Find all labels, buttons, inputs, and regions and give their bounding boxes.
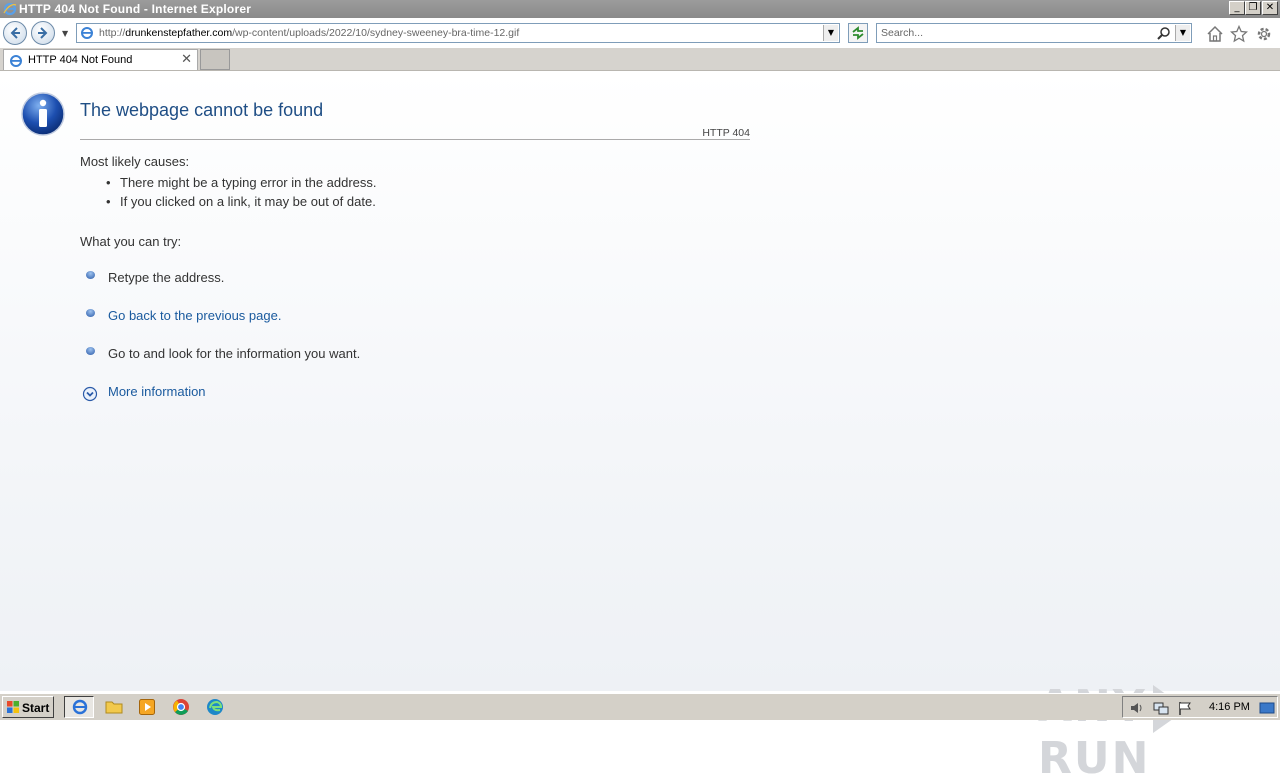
start-label: Start xyxy=(22,701,50,715)
bullet-dot: • xyxy=(106,175,111,190)
system-tray: 4:16 PM xyxy=(1122,696,1278,718)
try-go-to: Go to and look for the information you w… xyxy=(108,346,361,361)
media-player-icon[interactable] xyxy=(138,698,156,716)
page-ie-icon xyxy=(81,27,93,39)
favorites-star-icon[interactable] xyxy=(1230,25,1248,43)
edge-icon[interactable] xyxy=(206,698,224,716)
forward-icon xyxy=(38,27,48,39)
address-bar[interactable]: http://drunkenstepfather.com/wp-content/… xyxy=(76,23,840,43)
cause-text: If you clicked on a link, it may be out … xyxy=(120,194,376,209)
search-icon[interactable] xyxy=(1157,26,1171,40)
tab-label: HTTP 404 Not Found xyxy=(28,54,133,66)
close-button[interactable]: ✕ xyxy=(1262,1,1278,15)
home-icon[interactable] xyxy=(1206,25,1224,43)
info-icon xyxy=(21,92,65,136)
window-title: HTTP 404 Not Found - Internet Explorer xyxy=(19,2,252,16)
start-button[interactable]: Start xyxy=(2,696,54,718)
folder-icon[interactable] xyxy=(105,698,123,716)
url-scheme: http:// xyxy=(99,27,126,39)
history-dropdown-icon[interactable]: ▼ xyxy=(62,29,68,38)
internet-explorer-icon[interactable] xyxy=(71,698,89,716)
causes-heading: Most likely causes: xyxy=(80,154,190,169)
url-domain: drunkenstepfather.com xyxy=(125,27,233,39)
expand-chevron-icon[interactable] xyxy=(82,386,98,402)
try-heading: What you can try: xyxy=(80,234,182,249)
network-icon[interactable] xyxy=(1153,700,1169,716)
refresh-button[interactable] xyxy=(848,23,868,43)
action-center-flag-icon[interactable] xyxy=(1177,700,1193,716)
windows-logo-icon xyxy=(7,701,19,713)
watermark-right: RUN xyxy=(1038,733,1151,784)
chrome-icon[interactable] xyxy=(172,698,190,716)
back-button[interactable] xyxy=(3,21,27,45)
title-bar: HTTP 404 Not Found - Internet Explorer _… xyxy=(0,0,1280,18)
minimize-button[interactable]: _ xyxy=(1229,1,1245,15)
tab-http-404[interactable]: HTTP 404 Not Found ✕ xyxy=(3,49,198,70)
cause-item: • There might be a typing error in the ad… xyxy=(106,175,377,190)
cause-text: There might be a typing error in the add… xyxy=(120,175,377,190)
tab-bar: HTTP 404 Not Found ✕ xyxy=(0,48,1280,71)
tab-ie-icon xyxy=(10,55,22,67)
forward-button[interactable] xyxy=(31,21,55,45)
go-back-link[interactable]: Go back to the previous page. xyxy=(108,308,281,323)
address-url[interactable]: http://drunkenstepfather.com/wp-content/… xyxy=(99,27,519,39)
refresh-icon xyxy=(852,26,864,40)
volume-icon[interactable] xyxy=(1129,700,1145,716)
blue-bullet-icon xyxy=(86,347,95,355)
navigation-bar: ▼ http://drunkenstepfather.com/wp-conten… xyxy=(0,18,1280,48)
clock: 4:16 PM xyxy=(1209,701,1250,713)
url-path: /wp-content/uploads/2022/10/sydney-sween… xyxy=(232,27,520,39)
blue-bullet-icon xyxy=(86,271,95,279)
page-title: The webpage cannot be found xyxy=(80,100,324,120)
title-divider xyxy=(80,139,750,140)
gear-icon[interactable] xyxy=(1255,25,1273,43)
tab-close-icon[interactable]: ✕ xyxy=(181,52,192,67)
internet-explorer-icon xyxy=(3,2,17,16)
address-dropdown-icon[interactable]: ▼ xyxy=(823,25,838,41)
back-icon xyxy=(10,27,20,39)
search-box[interactable]: Search... ▼ xyxy=(876,23,1192,43)
blue-bullet-icon xyxy=(86,309,95,317)
cause-item: • If you clicked on a link, it may be out… xyxy=(106,194,376,209)
bullet-dot: • xyxy=(106,194,111,209)
search-input[interactable]: Search... xyxy=(881,27,923,39)
taskbar: Start 4:16 PM xyxy=(0,693,1280,720)
search-dropdown-icon[interactable]: ▼ xyxy=(1175,25,1190,41)
more-information-link[interactable]: More information xyxy=(108,384,206,399)
show-desktop-icon[interactable] xyxy=(1259,700,1275,716)
page-content: The webpage cannot be found HTTP 404 Mos… xyxy=(0,71,1280,784)
try-retype: Retype the address. xyxy=(108,270,225,285)
http-status-code: HTTP 404 xyxy=(702,127,750,139)
restore-button[interactable]: ❐ xyxy=(1245,1,1261,15)
new-tab-button[interactable] xyxy=(200,49,230,70)
